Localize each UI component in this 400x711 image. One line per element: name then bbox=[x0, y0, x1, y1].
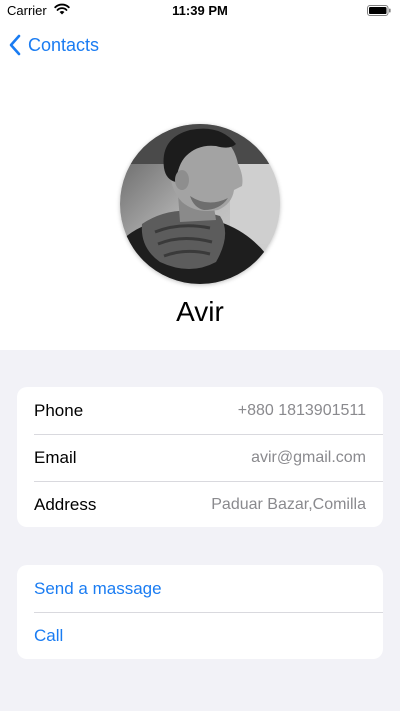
chevron-left-icon bbox=[9, 34, 21, 56]
email-label: Email bbox=[34, 447, 77, 467]
phone-row[interactable]: Phone +880 1813901511 bbox=[17, 387, 383, 434]
back-button-label: Contacts bbox=[28, 34, 100, 55]
avatar bbox=[120, 124, 280, 284]
address-row[interactable]: Address Paduar Bazar,Comilla bbox=[17, 481, 383, 528]
actions-card: Send a massage Call bbox=[17, 565, 383, 659]
contact-name: Avir bbox=[176, 296, 224, 327]
battery-icon bbox=[367, 5, 391, 16]
status-bar: Carrier 11:39 PM bbox=[0, 0, 400, 22]
phone-value: +880 1813901511 bbox=[237, 401, 366, 419]
send-message-button[interactable]: Send a massage bbox=[17, 565, 383, 612]
clock: 11:39 PM bbox=[172, 3, 228, 18]
address-value: Paduar Bazar,Comilla bbox=[211, 495, 366, 513]
call-button[interactable]: Call bbox=[17, 612, 383, 659]
email-row[interactable]: Email avir@gmail.com bbox=[17, 434, 383, 481]
back-button[interactable]: Contacts bbox=[8, 33, 99, 57]
phone-label: Phone bbox=[34, 400, 84, 420]
avatar-photo bbox=[120, 124, 280, 284]
email-value: avir@gmail.com bbox=[251, 448, 366, 466]
address-label: Address bbox=[34, 494, 97, 514]
contact-detail-screen: Carrier 11:39 PM Contacts Avir Phone +88… bbox=[0, 0, 400, 711]
contact-info-card: Phone +880 1813901511 Email avir@gmail.c… bbox=[17, 387, 383, 527]
